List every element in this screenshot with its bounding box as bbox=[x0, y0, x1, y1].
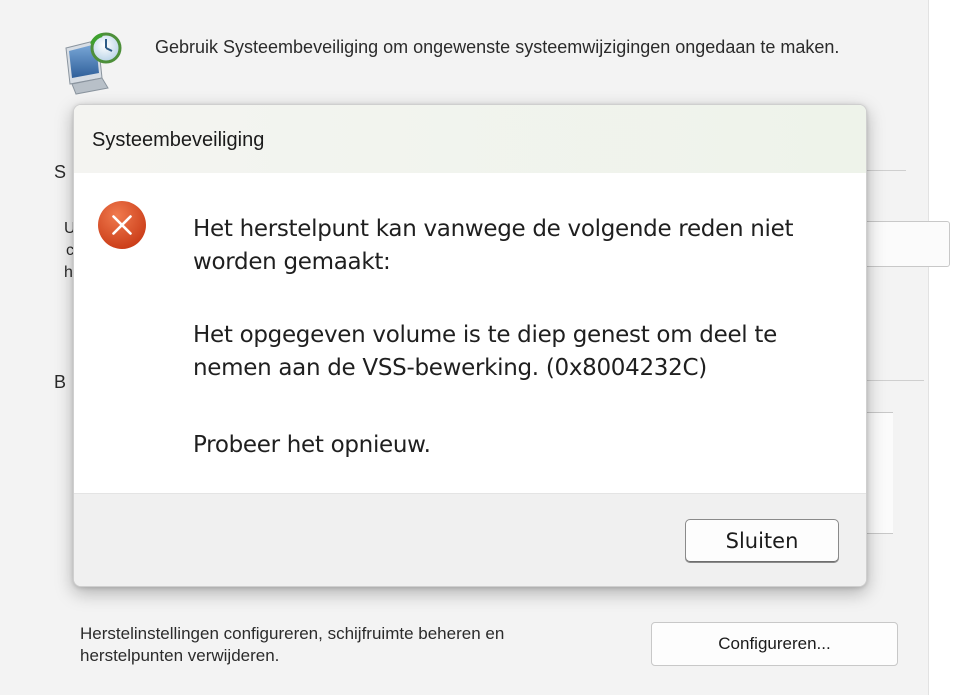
intro-text: Gebruik Systeembeveiliging om ongewenste… bbox=[155, 37, 840, 57]
system-protection-icon bbox=[65, 32, 122, 95]
dialog-body: Het herstelpunt kan vanwege de volgende … bbox=[74, 173, 866, 493]
error-detail: Het opgegeven volume is te diep genest o… bbox=[193, 322, 777, 381]
dialog-title: Systeembeveiliging bbox=[92, 129, 265, 151]
configure-description: Herstelinstellingen configureren, schijf… bbox=[80, 624, 505, 665]
window-edge bbox=[0, 0, 10, 695]
section-divider-2 bbox=[864, 380, 924, 381]
dialog-footer: Sluiten bbox=[74, 493, 866, 586]
protection-settings-heading-partial: B bbox=[54, 372, 67, 392]
configure-button[interactable]: Configureren... bbox=[651, 622, 898, 666]
section-divider bbox=[864, 170, 906, 171]
create-button-partial[interactable] bbox=[860, 221, 950, 267]
description-letter-h: h bbox=[64, 264, 73, 281]
section-heading-partial: S bbox=[54, 162, 67, 182]
error-message: Het herstelpunt kan vanwege de volgende … bbox=[193, 216, 794, 275]
error-icon bbox=[98, 201, 146, 249]
retry-message: Probeer het opnieuw. bbox=[193, 432, 431, 458]
error-dialog: Systeembeveiliging Het herstelpunt kan v… bbox=[73, 104, 867, 587]
close-button[interactable]: Sluiten bbox=[685, 519, 839, 563]
dialog-titlebar[interactable]: Systeembeveiliging bbox=[74, 105, 866, 173]
